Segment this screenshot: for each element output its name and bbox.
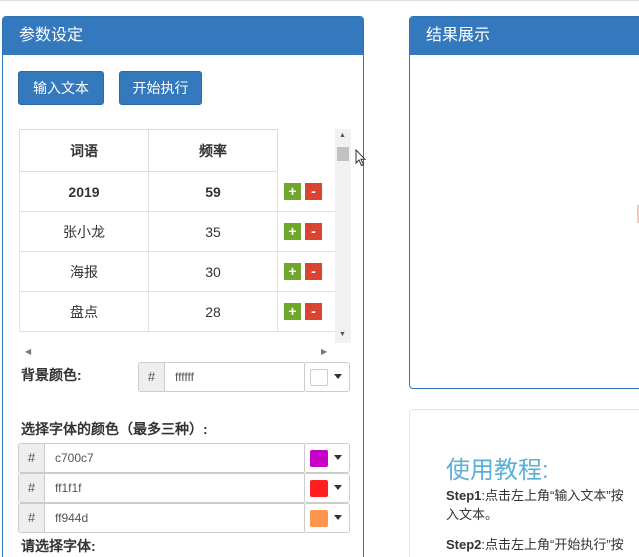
hash-prefix: # <box>139 363 165 391</box>
font-color-picker-3[interactable] <box>304 503 350 533</box>
hash-prefix: # <box>19 444 45 472</box>
column-header-word: 词语 <box>19 129 149 172</box>
font-color-value-2[interactable] <box>55 474 175 502</box>
background-color-value[interactable] <box>175 363 295 391</box>
background-color-label: 背景颜色: <box>21 367 82 383</box>
tutorial-step1: Step1:点击左上角“输入文本”按 <box>446 487 624 505</box>
font-color-value-1[interactable] <box>55 444 175 472</box>
increase-button[interactable]: + <box>284 223 301 241</box>
frequency-cell: 28 <box>148 291 278 332</box>
step2-prefix: Step2 <box>446 537 482 552</box>
table-row: 张小龙 35 + - <box>19 211 338 252</box>
scrollbar-thumb[interactable] <box>337 147 349 161</box>
word-cell: 海报 <box>19 251 149 292</box>
font-color-value-3[interactable] <box>55 504 175 532</box>
decrease-button[interactable]: - <box>305 303 322 321</box>
background-color-input[interactable]: # <box>138 362 306 392</box>
row-actions: + - <box>277 251 338 292</box>
chevron-down-icon <box>334 485 342 490</box>
increase-button[interactable]: + <box>284 263 301 281</box>
frequency-cell: 35 <box>148 211 278 252</box>
table-header-row: 词语 频率 <box>19 129 338 172</box>
table-row: 海报 30 + - <box>19 251 338 292</box>
column-header-actions <box>277 129 338 172</box>
font-color-input-1[interactable]: # <box>18 443 306 473</box>
tutorial-step1-continuation: 入文本。 <box>446 507 499 522</box>
mouse-pointer-icon <box>355 149 367 167</box>
column-header-frequency: 频率 <box>148 129 278 172</box>
table-vertical-scrollbar[interactable]: ▲ ▼ <box>335 129 351 343</box>
chevron-down-icon <box>334 455 342 460</box>
font-color-input-2[interactable]: # <box>18 473 306 503</box>
word-cell: 盘点 <box>19 291 149 332</box>
frequency-cell: 59 <box>148 171 278 212</box>
frequency-cell: 30 <box>148 251 278 292</box>
increase-button[interactable]: + <box>284 303 301 321</box>
table-horizontal-scrollbar[interactable]: ◀ ▶ <box>19 345 335 361</box>
font-color-input-3[interactable]: # <box>18 503 306 533</box>
step2-text: :点击左上角“开始执行”按 <box>481 537 624 552</box>
hash-prefix: # <box>19 474 45 502</box>
step1-prefix: Step1 <box>446 488 482 503</box>
increase-button[interactable]: + <box>284 183 301 201</box>
result-panel-title: 结果展示 <box>410 17 639 55</box>
word-frequency-table: 词语 频率 2019 59 + - 张小龙 35 + - 海报 30 + - 盘… <box>19 129 353 343</box>
decrease-button[interactable]: - <box>305 183 322 201</box>
decrease-button[interactable]: - <box>305 263 322 281</box>
scroll-down-arrow-icon[interactable]: ▼ <box>339 331 346 338</box>
tutorial-title: 使用教程: <box>446 457 549 484</box>
tutorial-step2: Step2:点击左上角“开始执行”按 <box>446 536 624 554</box>
word-cell: 张小龙 <box>19 211 149 252</box>
result-panel: 结果展示 <box>409 16 639 389</box>
input-text-button[interactable]: 输入文本 <box>18 71 104 105</box>
tutorial-panel: 使用教程: Step1:点击左上角“输入文本”按 入文本。 Step2:点击左上… <box>409 409 639 557</box>
params-panel-title: 参数设定 <box>3 17 363 55</box>
color-swatch <box>310 369 328 386</box>
color-swatch <box>310 510 328 527</box>
font-colors-label: 选择字体的颜色（最多三种）: <box>21 421 208 437</box>
hash-prefix: # <box>19 504 45 532</box>
row-actions: + - <box>277 211 338 252</box>
decrease-button[interactable]: - <box>305 223 322 241</box>
color-swatch <box>310 450 328 467</box>
step1-text: :点击左上角“输入文本”按 <box>481 488 624 503</box>
scroll-right-arrow-icon[interactable]: ▶ <box>321 347 327 356</box>
chevron-down-icon <box>334 374 342 379</box>
top-border <box>0 0 639 1</box>
row-actions: + - <box>277 171 338 212</box>
scroll-up-arrow-icon[interactable]: ▲ <box>339 132 346 139</box>
start-button[interactable]: 开始执行 <box>119 71 202 105</box>
font-color-picker-1[interactable] <box>304 443 350 473</box>
chevron-down-icon <box>334 515 342 520</box>
table-row: 2019 59 + - <box>19 171 338 212</box>
color-swatch <box>310 480 328 497</box>
font-color-picker-2[interactable] <box>304 473 350 503</box>
scroll-left-arrow-icon[interactable]: ◀ <box>25 347 31 356</box>
table-row: 盘点 28 + - <box>19 291 338 332</box>
row-actions: + - <box>277 291 338 332</box>
font-select-label: 请选择字体: <box>21 538 96 554</box>
params-panel: 参数设定 输入文本 开始执行 词语 频率 2019 59 + - 张小龙 35 +… <box>2 16 364 557</box>
word-cell: 2019 <box>19 171 149 212</box>
background-color-picker[interactable] <box>304 362 350 392</box>
